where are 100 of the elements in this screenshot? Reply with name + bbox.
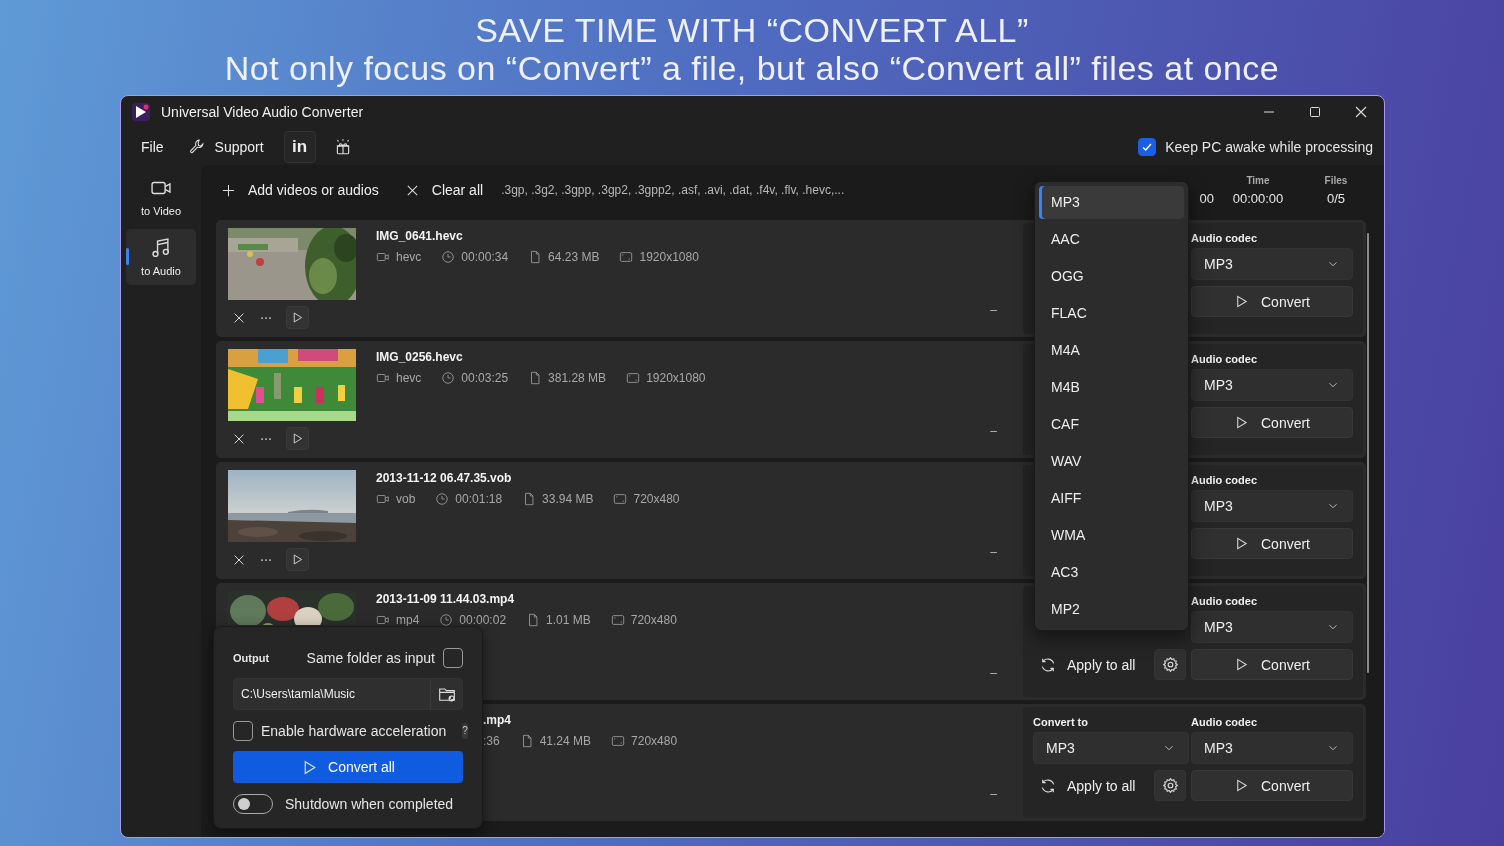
file-resolution: 720x480 — [631, 734, 678, 748]
format-dropdown[interactable]: MP3 — [1033, 732, 1189, 764]
apply-to-all-button[interactable]: Apply to all — [1033, 649, 1151, 680]
file-menu[interactable]: File — [131, 131, 174, 162]
close-icon[interactable] — [1353, 104, 1369, 120]
menu-item[interactable]: MP3 — [1039, 186, 1184, 219]
convert-all-button[interactable]: Convert all — [233, 751, 463, 783]
play-icon — [1234, 294, 1249, 309]
file-size: 64.23 MB — [548, 250, 600, 264]
clear-all-button[interactable]: Clear all — [396, 174, 492, 206]
menu-item[interactable]: CAF — [1039, 408, 1184, 441]
convert-button[interactable]: Convert — [1191, 407, 1353, 438]
file-resolution: 720x480 — [633, 492, 680, 506]
file-icon — [526, 613, 541, 627]
play-icon — [1234, 778, 1249, 793]
file-resolution: 1920x1080 — [639, 250, 699, 264]
clock-icon — [441, 250, 456, 264]
file-size: 381.28 MB — [548, 371, 607, 385]
play-icon — [291, 311, 304, 324]
sync-icon — [1039, 776, 1057, 795]
support-button[interactable]: Support — [177, 131, 274, 162]
menu-item[interactable]: AAC — [1039, 223, 1184, 256]
codec-dropdown[interactable]: MP3 — [1191, 369, 1353, 401]
codec-dropdown[interactable]: MP3 — [1191, 490, 1353, 522]
stat-value: 00:00:00 — [1232, 190, 1284, 206]
video-camera-icon — [376, 371, 390, 385]
supported-formats-text: .3gp, .3g2, .3gpp, .3gp2, .3gpp2, .asf, .avi, .dat, .f4v, .flv, .hevc,... — [501, 183, 845, 197]
play-icon — [1234, 536, 1249, 551]
settings-icon — [1161, 777, 1179, 794]
maximize-icon[interactable] — [1307, 104, 1323, 120]
screen-icon — [610, 613, 625, 627]
add-files-button[interactable]: Add videos or audios — [213, 174, 387, 206]
screen-icon — [611, 734, 626, 748]
file-duration: 00:00:02 — [459, 613, 507, 627]
file-duration: 00:00:34 — [461, 250, 509, 264]
menu-item[interactable]: OGG — [1039, 260, 1184, 293]
file-codec: hevc — [396, 250, 422, 264]
settings-button[interactable] — [1154, 770, 1186, 801]
file-icon — [522, 492, 537, 506]
stat-value: 0/5 — [1326, 190, 1346, 206]
field-label: Audio codec — [1191, 352, 1258, 367]
checkbox-label: Same folder as input — [306, 649, 435, 666]
menu-item[interactable]: FLAC — [1039, 297, 1184, 330]
path-input[interactable]: C:\Users\tamla\Music — [234, 679, 430, 709]
scrollbar[interactable] — [1367, 233, 1369, 673]
settings-icon — [1161, 656, 1179, 673]
play-button[interactable] — [286, 306, 309, 329]
file-codec: hevc — [396, 371, 422, 385]
menu-item[interactable]: MP2 — [1039, 593, 1184, 626]
convert-button[interactable]: Convert — [1191, 770, 1353, 801]
field-label: Audio codec — [1191, 473, 1258, 488]
convert-button[interactable]: Convert — [1191, 649, 1353, 680]
menu-item[interactable]: AC3 — [1039, 556, 1184, 589]
path-field[interactable]: C:\Users\tamla\Music — [233, 678, 463, 710]
progress-text: – — [990, 303, 997, 317]
file-resolution: 1920x1080 — [646, 371, 706, 385]
file-codec: vob — [396, 492, 416, 506]
play-button[interactable] — [286, 548, 309, 571]
clock-icon — [441, 371, 456, 385]
linkedin-button[interactable]: in — [283, 130, 316, 163]
checkbox[interactable] — [443, 647, 463, 668]
menu-item[interactable]: AIFF — [1039, 482, 1184, 515]
section-title: Output — [233, 651, 270, 664]
toggle-label: Shutdown when completed — [285, 795, 454, 812]
file-name: IMG_0256.hevc — [376, 349, 464, 365]
file-name: IMG_0641.hevc — [376, 228, 464, 244]
convert-button[interactable]: Convert — [1191, 528, 1353, 559]
headline-text: Not only focus on “Convert” a file, but also “Convert all” files at once — [224, 49, 1280, 87]
codec-dropdown[interactable]: MP3 — [1191, 611, 1353, 643]
progress-text: – — [990, 424, 997, 438]
play-icon — [1234, 657, 1249, 672]
nav-item[interactable]: to Audio — [126, 229, 196, 285]
file-duration: 00:03:25 — [461, 371, 509, 385]
screen-icon — [613, 492, 628, 506]
settings-button[interactable] — [1154, 649, 1186, 680]
codec-dropdown[interactable]: MP3 — [1191, 732, 1353, 764]
folder-icon — [437, 685, 456, 703]
plus-icon — [221, 182, 236, 198]
stat-label: Time — [1246, 174, 1270, 187]
file-size: 33.94 MB — [542, 492, 594, 506]
screen-icon — [619, 250, 634, 264]
menu-item[interactable]: WAV — [1039, 445, 1184, 478]
field-label: Convert to — [1033, 715, 1089, 730]
menu-item[interactable]: M4B — [1039, 371, 1184, 404]
menu-item[interactable]: M4A — [1039, 334, 1184, 367]
sync-icon — [1039, 655, 1057, 674]
help-button[interactable]: ? — [462, 722, 468, 739]
checkbox[interactable] — [233, 720, 253, 741]
codec-dropdown[interactable]: MP3 — [1191, 248, 1353, 280]
checkbox[interactable] — [1138, 137, 1157, 156]
window-title: Universal Video Audio Converter — [161, 104, 364, 120]
play-button[interactable] — [286, 427, 309, 450]
play-icon — [291, 432, 304, 445]
apply-to-all-button[interactable]: Apply to all — [1033, 770, 1151, 801]
menu-item[interactable]: WMA — [1039, 519, 1184, 552]
convert-button[interactable]: Convert — [1191, 286, 1353, 317]
video-camera-icon — [376, 250, 390, 264]
file-codec: mp4 — [396, 613, 420, 627]
nav-item[interactable]: to Video — [126, 169, 196, 225]
progress-text: – — [990, 666, 997, 680]
